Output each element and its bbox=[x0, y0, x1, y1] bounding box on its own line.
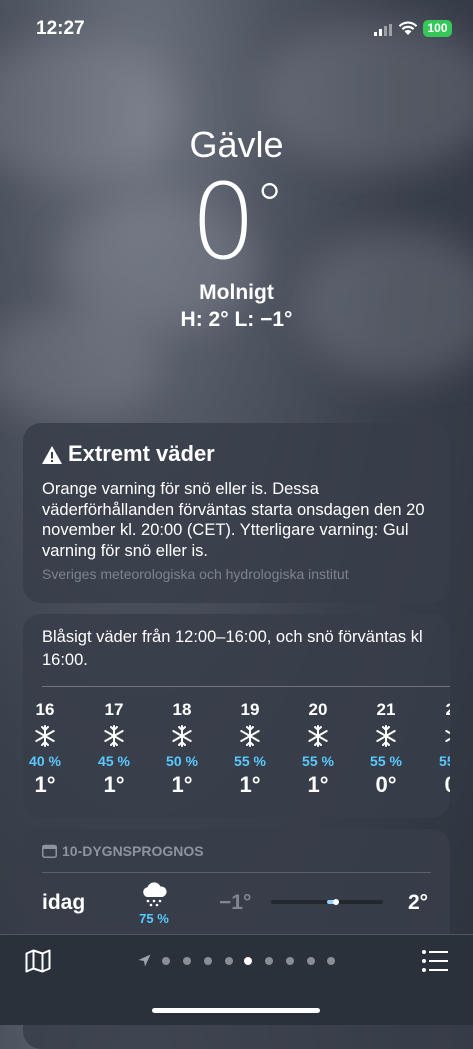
hour-label: 18 bbox=[172, 700, 192, 719]
hour-temperature: 1° bbox=[307, 772, 329, 797]
day-high-temperature: 2° bbox=[408, 891, 429, 914]
hour-label: 21 bbox=[376, 700, 396, 719]
day-label: idag bbox=[42, 891, 86, 914]
snowflake-icon bbox=[308, 725, 328, 747]
hour-item: 20 55 % 1° bbox=[288, 700, 348, 797]
precip-chance: 50 % bbox=[166, 753, 198, 769]
alert-source: Sveriges meteorologiska och hydrologiska… bbox=[42, 566, 349, 582]
current-temperature-dot bbox=[333, 899, 339, 905]
page-dot bbox=[327, 957, 335, 965]
cellular-signal-icon bbox=[374, 24, 392, 36]
hour-item: 17 45 % 1° bbox=[84, 700, 144, 797]
page-dot bbox=[204, 957, 212, 965]
hour-temperature: 1° bbox=[239, 772, 261, 797]
temperature-value: 0 bbox=[190, 161, 256, 283]
hour-temperature: 0° bbox=[375, 772, 397, 797]
location-arrow-icon bbox=[138, 954, 151, 967]
daily-header: 10-DYGNSPROGNOS bbox=[42, 843, 204, 859]
calendar-icon bbox=[42, 844, 57, 858]
precip-chance: 40 % bbox=[29, 753, 61, 769]
precip-chance: 55 % bbox=[302, 753, 334, 769]
hourly-forecast-card[interactable]: Blåsigt väder från 12:00–16:00, och snö … bbox=[23, 614, 450, 818]
hourly-divider bbox=[42, 686, 450, 687]
hour-label: 19 bbox=[240, 700, 260, 719]
hour-item: 16 40 % 1° bbox=[23, 700, 75, 797]
wifi-icon bbox=[398, 21, 418, 35]
precip-chance: 55 % bbox=[439, 753, 450, 769]
battery-indicator: 100 bbox=[423, 20, 452, 37]
temperature-range-bar bbox=[271, 899, 383, 905]
hour-temperature: 1° bbox=[34, 772, 56, 797]
hour-label: 16 bbox=[35, 700, 55, 719]
day-low-temperature: −1° bbox=[219, 891, 252, 914]
status-bar: 12:27 100 bbox=[0, 18, 473, 42]
hour-item: 19 55 % 1° bbox=[220, 700, 280, 797]
hour-temperature: 1° bbox=[171, 772, 193, 797]
daily-divider bbox=[42, 872, 431, 873]
home-indicator bbox=[152, 1008, 320, 1013]
hour-label: 22 bbox=[425, 700, 450, 720]
hour-label: 20 bbox=[308, 700, 328, 719]
city-name: Gävle bbox=[189, 124, 284, 165]
high-low-temperature: H: 2° L: −1° bbox=[180, 308, 293, 331]
page-dot bbox=[265, 957, 273, 965]
hourly-summary: Blåsigt väder från 12:00–16:00, och snö … bbox=[42, 628, 423, 669]
extreme-weather-card[interactable]: Extremt väder Orange varning för snö ell… bbox=[23, 423, 450, 603]
hour-item: 21 55 % 0° bbox=[356, 700, 416, 797]
snow-cloud-icon bbox=[143, 882, 167, 907]
page-dot bbox=[162, 957, 170, 965]
alert-body: Orange varning för snö eller is. Dessa v… bbox=[42, 480, 425, 560]
snowflake-icon bbox=[35, 725, 55, 747]
page-dot-active bbox=[244, 957, 252, 965]
alert-title: Extremt väder bbox=[42, 441, 215, 467]
list-icon[interactable] bbox=[422, 950, 448, 972]
daily-header-text: 10-DYGNSPROGNOS bbox=[62, 843, 204, 859]
precip-chance: 55 % bbox=[370, 753, 402, 769]
page-dot bbox=[225, 957, 233, 965]
snowflake-icon bbox=[445, 730, 450, 742]
alert-title-text: Extremt väder bbox=[68, 441, 215, 466]
hour-item: 18 50 % 1° bbox=[152, 700, 212, 797]
warning-icon bbox=[42, 446, 62, 464]
hour-label: 17 bbox=[104, 700, 124, 719]
map-icon[interactable] bbox=[25, 949, 51, 973]
degree-symbol: ° bbox=[254, 171, 285, 241]
snowflake-icon bbox=[104, 725, 124, 747]
hour-temperature: 1° bbox=[103, 772, 125, 797]
precip-chance: 45 % bbox=[98, 753, 130, 769]
status-time: 12:27 bbox=[36, 18, 85, 39]
page-dot bbox=[307, 957, 315, 965]
hour-temperature: 0° bbox=[425, 772, 450, 798]
snowflake-icon bbox=[240, 725, 260, 747]
page-dot bbox=[183, 957, 191, 965]
weather-condition: Molnigt bbox=[199, 281, 274, 304]
snowflake-icon bbox=[376, 725, 396, 747]
hour-item: 22 55 % 0° bbox=[425, 700, 450, 797]
precip-chance: 55 % bbox=[234, 753, 266, 769]
snowflake-icon bbox=[172, 725, 192, 747]
day-precip-chance: 75 % bbox=[139, 911, 169, 926]
page-dot bbox=[286, 957, 294, 965]
current-temperature: 0° bbox=[0, 170, 473, 274]
